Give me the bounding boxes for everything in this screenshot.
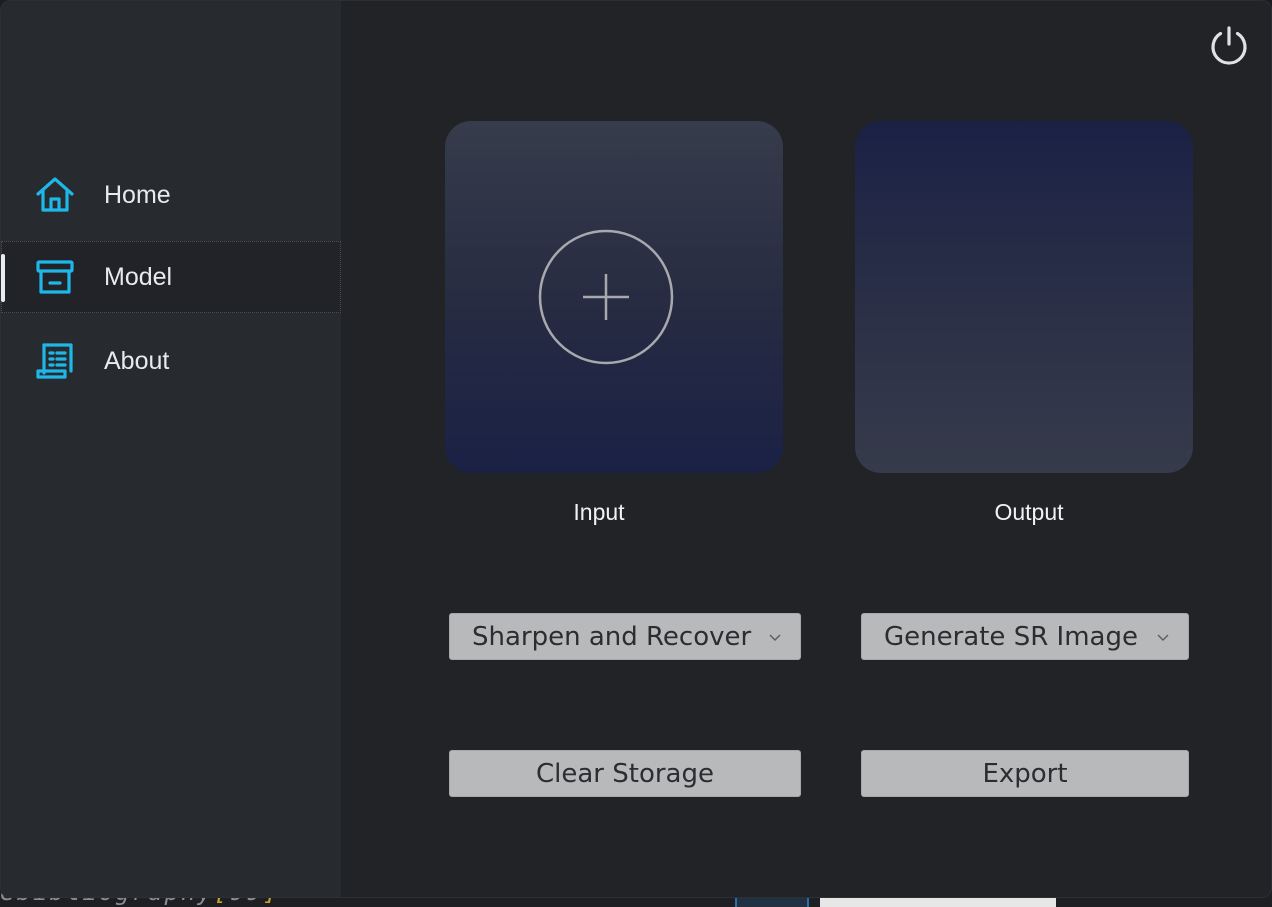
sidebar-item-label: About (104, 346, 170, 375)
output-label: Output (994, 499, 1064, 525)
mode-select-value: Sharpen and Recover (472, 621, 752, 652)
add-icon (538, 229, 674, 365)
app-window: Home Model About Input Output Sharpen an… (1, 1, 1271, 897)
main-content: Input Output Sharpen and Recover Generat… (341, 1, 1271, 897)
sidebar-item-label: Model (104, 262, 173, 291)
archive-icon (35, 257, 75, 297)
clear-storage-button[interactable]: Clear Storage (449, 750, 801, 797)
action-select[interactable]: Generate SR Image (861, 613, 1189, 660)
sidebar-item-label: Home (104, 180, 171, 209)
chevron-down-icon (769, 634, 781, 641)
chevron-down-icon (1157, 634, 1169, 641)
sidebar-item-about[interactable]: About (1, 325, 341, 397)
sidebar: Home Model About (1, 1, 341, 897)
sidebar-item-model[interactable]: Model (1, 241, 341, 313)
home-icon (35, 175, 75, 215)
power-icon (1211, 26, 1247, 65)
document-list-icon (35, 341, 75, 381)
action-select-value: Generate SR Image (884, 621, 1138, 652)
input-image-dropzone[interactable] (445, 121, 783, 473)
export-button[interactable]: Export (861, 750, 1189, 797)
sidebar-item-home[interactable]: Home (1, 159, 341, 231)
mode-select[interactable]: Sharpen and Recover (449, 613, 801, 660)
output-image-panel (855, 121, 1193, 473)
input-label: Input (573, 499, 625, 525)
power-button[interactable] (1207, 23, 1251, 67)
